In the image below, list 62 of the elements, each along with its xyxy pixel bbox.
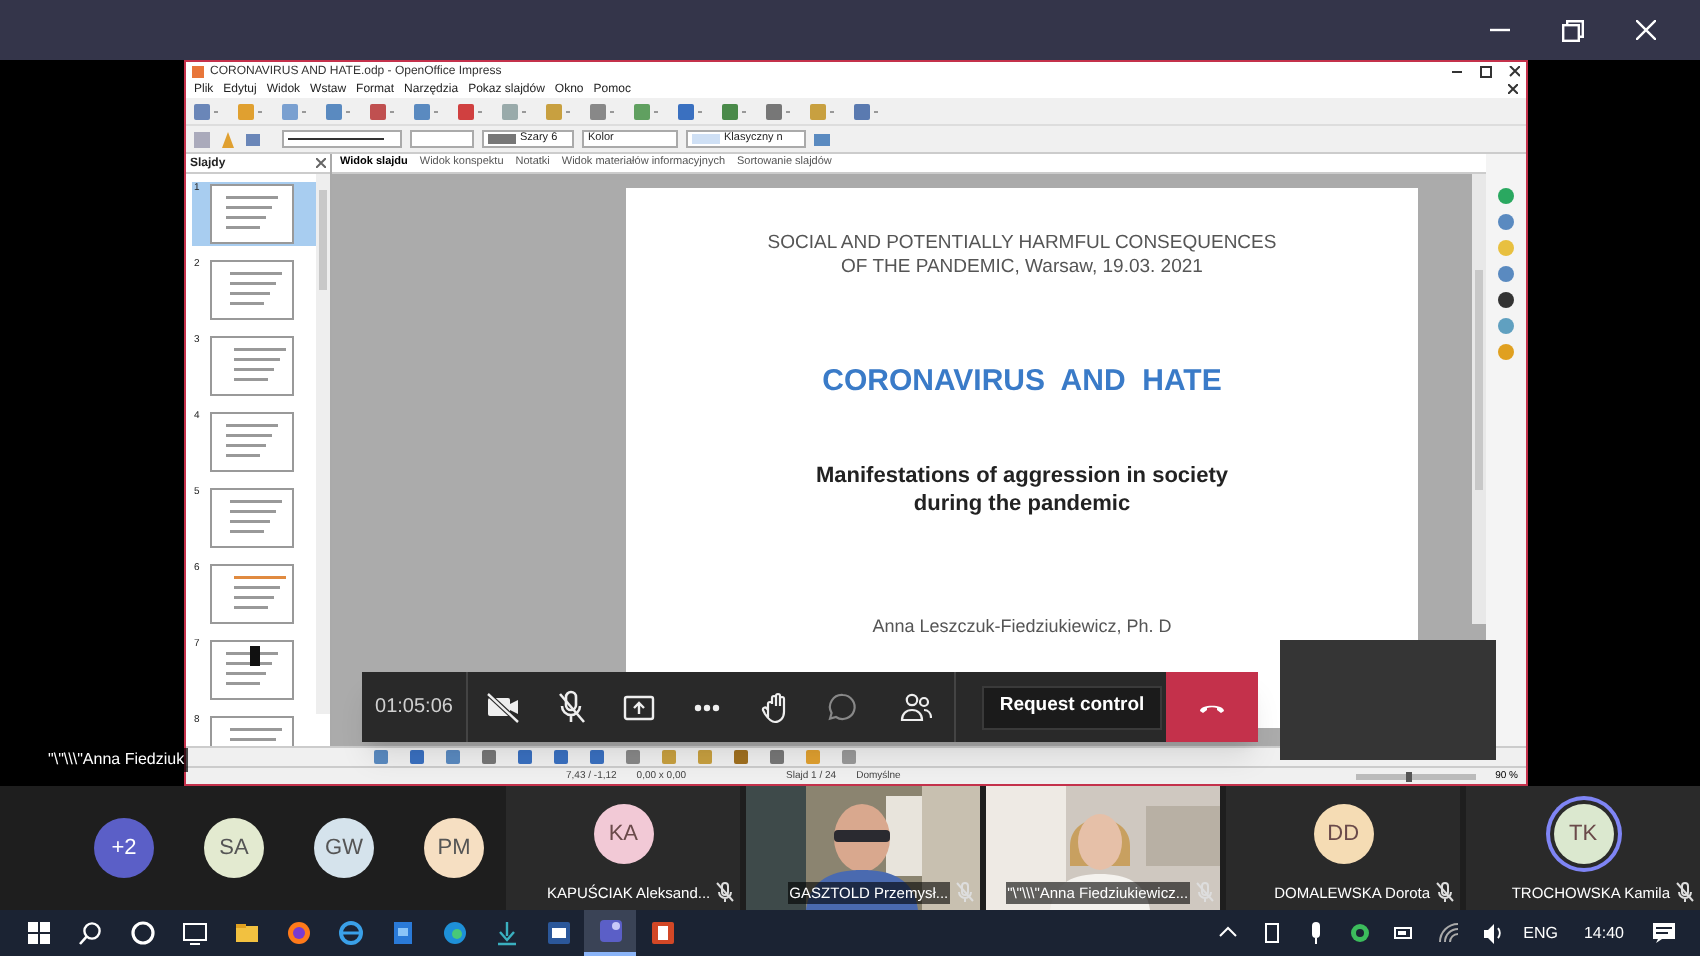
- color-swatch-icon: [692, 134, 720, 144]
- scrollbar-drawing[interactable]: [1472, 174, 1486, 624]
- word-icon[interactable]: [545, 920, 571, 946]
- slide-header-line: SOCIAL AND POTENTIALLY HARMFUL CONSEQUENCES: [767, 232, 1277, 256]
- shadow-icon[interactable]: [814, 131, 830, 147]
- notifications-icon[interactable]: [1652, 922, 1676, 944]
- task-view-icon[interactable]: [181, 920, 207, 946]
- slide-preview-drawing: [210, 488, 294, 548]
- request-control-button[interactable]: Request control: [982, 685, 1162, 729]
- maximize-icon[interactable]: [1562, 19, 1584, 41]
- wifi-icon[interactable]: [1437, 922, 1458, 944]
- slide-header-line: OF THE PANDEMIC, Warsaw, 19.03. 2021: [841, 256, 1203, 280]
- circle-icon[interactable]: [1349, 922, 1370, 944]
- line-width-field[interactable]: [410, 130, 474, 148]
- avatar: +2: [94, 818, 154, 878]
- camera-off-icon[interactable]: [485, 690, 519, 724]
- scrollbar-drawing[interactable]: [316, 174, 330, 714]
- tablet-icon[interactable]: [1261, 922, 1282, 944]
- avatar: GW: [314, 818, 374, 878]
- close-document-icon[interactable]: [1508, 84, 1518, 94]
- search-icon[interactable]: [77, 920, 103, 946]
- slide-preview-drawing: [210, 640, 294, 700]
- globe-icon[interactable]: [441, 920, 467, 946]
- slide-preview-drawing: [210, 336, 294, 396]
- zoom-slider-thumb[interactable]: [1406, 771, 1413, 781]
- slides-app-icon[interactable]: [649, 920, 675, 946]
- line-style-dropdown[interactable]: [282, 130, 402, 148]
- presenter-label: "\"\\\"Anna Fiedziuk: [44, 748, 189, 772]
- speaker-icon[interactable]: [1481, 922, 1502, 944]
- teams-icon[interactable]: [597, 918, 623, 944]
- avatar: PM: [424, 818, 484, 878]
- window-buttons-drawing[interactable]: [1452, 65, 1520, 77]
- avatar: DD: [1313, 804, 1374, 864]
- clock[interactable]: 14:40: [1583, 921, 1624, 945]
- avatar: KA: [593, 804, 654, 864]
- color-swatch-icon: [488, 134, 516, 144]
- slide-preview-drawing: [210, 184, 294, 244]
- line-sample-icon: [288, 136, 384, 142]
- battery-icon[interactable]: [1393, 922, 1414, 944]
- hang-up-icon: [1198, 700, 1226, 714]
- slide-subtitle-line: Manifestations of aggression in society: [816, 461, 1228, 489]
- participants-icon[interactable]: [898, 690, 932, 724]
- windows-start-icon[interactable]: [25, 920, 51, 946]
- raise-hand-icon[interactable]: [757, 690, 791, 724]
- slide-preview-drawing: [210, 412, 294, 472]
- browser-icon[interactable]: [285, 920, 311, 946]
- close-icon[interactable]: [316, 158, 326, 168]
- app-icon: [192, 65, 204, 77]
- chat-icon[interactable]: [825, 690, 859, 724]
- slide-title: CORONAVIRUS AND HATE: [822, 362, 1222, 402]
- slide-preview-drawing: [210, 564, 294, 624]
- folder-icon[interactable]: [233, 920, 259, 946]
- slide-author: Anna Leszczuk-Fiedziukiewicz, Ph. D: [872, 613, 1172, 639]
- language-indicator[interactable]: ENG: [1523, 921, 1558, 945]
- slide-preview-drawing: [210, 260, 294, 320]
- call-timer: 01:05:06: [362, 672, 468, 742]
- slide-subtitle-line: during the pandemic: [913, 489, 1131, 517]
- microphone-off-icon[interactable]: [553, 690, 587, 724]
- circle-icon[interactable]: [129, 920, 155, 946]
- share-screen-icon[interactable]: [621, 690, 655, 724]
- avatar: TK: [1553, 804, 1614, 864]
- avatar: SA: [204, 818, 264, 878]
